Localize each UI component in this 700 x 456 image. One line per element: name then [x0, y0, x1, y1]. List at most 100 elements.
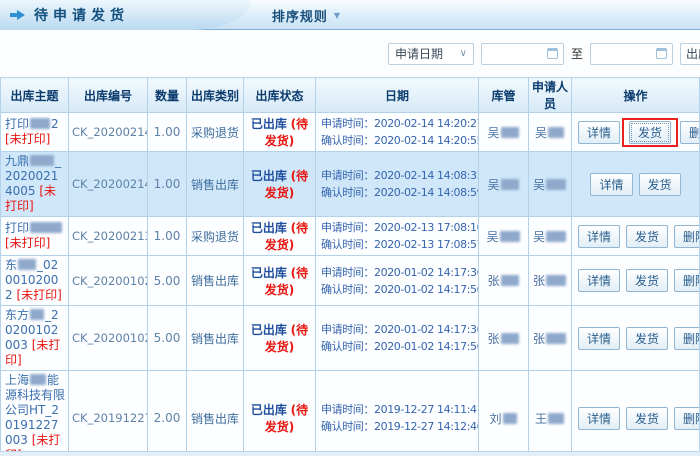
subject-text: 打印	[5, 117, 29, 131]
page-title: 待申请发货	[34, 5, 129, 25]
category-cell: 销售出库	[187, 371, 244, 456]
applicant-cell: 张	[529, 306, 572, 371]
person-name: 王	[535, 412, 547, 426]
ship-button[interactable]: 发货	[626, 225, 668, 248]
manager-cell: 吴	[479, 217, 529, 256]
apply-time-line: 申请时间：2020-01-02 14:17:36	[321, 321, 475, 338]
status-cell: 已出库 (待发货)	[244, 256, 316, 306]
quantity-cell: 2.00	[148, 371, 187, 456]
date-type-value: 申请日期	[395, 45, 443, 62]
delete-button[interactable]: 删除	[674, 269, 699, 292]
redacted-text	[548, 413, 564, 424]
ship-button[interactable]: 发货	[629, 121, 671, 144]
redacted-text	[30, 374, 46, 385]
status-done: 已出库	[251, 266, 287, 280]
category-cell: 销售出库	[187, 306, 244, 371]
delete-button[interactable]: 删除	[680, 121, 699, 144]
actions-cell: 详情发货删除	[572, 371, 700, 456]
truncated-filter-label: 出库状	[686, 45, 700, 62]
subject-text: 2	[51, 117, 59, 131]
subject-cell[interactable]: 东方_20200102003 [未打印]	[1, 306, 69, 371]
table-row: 东_0200102002 [未打印] CK_20200102003 5.00 销…	[1, 256, 700, 306]
detail-button[interactable]: 详情	[578, 327, 620, 350]
to-label: 至	[571, 45, 583, 62]
delete-button[interactable]: 删除	[674, 407, 699, 430]
apply-time-line: 申请时间：2020-01-02 14:17:36	[321, 264, 475, 281]
date-type-select[interactable]: 申请日期 ∨	[388, 43, 474, 65]
table-body: 打印2 [未打印] CK_20200214005 1.00 采购退货 已出库 (…	[1, 113, 700, 456]
date-to-input[interactable]	[596, 45, 656, 63]
category-cell: 销售出库	[187, 152, 244, 217]
confirm-time-line: 确认时间：2019-12-27 14:12:46	[321, 418, 475, 435]
detail-button[interactable]: 详情	[578, 269, 620, 292]
redacted-text	[501, 275, 519, 286]
delete-button[interactable]: 删除	[674, 327, 699, 350]
detail-button[interactable]: 详情	[578, 407, 620, 430]
person-name: 吴	[533, 230, 545, 244]
calendar-icon[interactable]	[656, 48, 667, 59]
manager-cell: 吴	[479, 152, 529, 217]
applicant-cell: 王	[529, 371, 572, 456]
status-done: 已出库	[251, 221, 287, 235]
table-row: 东方_20200102003 [未打印] CK_20200102004 5.00…	[1, 306, 700, 371]
redacted-text	[503, 413, 517, 424]
subject-text: 九鼎	[5, 154, 29, 168]
subject-text: 打印	[5, 221, 29, 235]
code-cell: CK_20200214004	[69, 152, 148, 217]
redacted-text	[30, 222, 62, 233]
code-cell: CK_20200102003	[69, 256, 148, 306]
status-done: 已出库	[251, 323, 287, 337]
subject-cell[interactable]: 打印 [未打印]	[1, 217, 69, 256]
not-printed-flag: [未打印]	[13, 288, 62, 302]
table-row: 打印 [未打印] CK_20200213002 1.00 采购退货 已出库 (待…	[1, 217, 700, 256]
subject-cell[interactable]: 上海能源科技有限公司HT_20191227003 [未打印]	[1, 371, 69, 456]
detail-button[interactable]: 详情	[578, 225, 620, 248]
date-from-input[interactable]	[487, 45, 547, 63]
person-name: 吴	[487, 126, 499, 140]
table-header-row: 出库主题 出库编号 数量 出库类别 出库状态 日期 库管 申请人员 操作	[1, 78, 700, 113]
ship-button[interactable]: 发货	[626, 327, 668, 350]
ship-button[interactable]: 发货	[626, 407, 668, 430]
subject-cell[interactable]: 九鼎_20200214005 [未打印]	[1, 152, 69, 217]
manager-cell: 张	[479, 256, 529, 306]
actions-cell: 详情发货删除	[572, 306, 700, 371]
status-cell: 已出库 (待发货)	[244, 152, 316, 217]
subject-text: 东方	[5, 308, 29, 322]
status-cell: 已出库 (待发货)	[244, 306, 316, 371]
highlight-annotation-box: 发货	[622, 118, 678, 147]
person-name: 吴	[533, 178, 545, 192]
code-cell: CK_20200214005	[69, 113, 148, 152]
status-done: 已出库	[251, 403, 287, 417]
redacted-text	[546, 275, 566, 286]
status-done: 已出库	[251, 117, 287, 131]
col-qty: 数量	[148, 78, 187, 113]
person-name: 刘	[489, 412, 501, 426]
code-cell: CK_20200102004	[69, 306, 148, 371]
detail-button[interactable]: 详情	[590, 173, 632, 196]
subject-cell[interactable]: 打印 2 [未打印]	[1, 113, 69, 152]
calendar-icon[interactable]	[547, 48, 558, 59]
subject-cell[interactable]: 东_0200102002 [未打印]	[1, 256, 69, 306]
detail-button[interactable]: 详情	[578, 121, 620, 144]
sort-rules-menu[interactable]: 排序规则 ▼	[238, 0, 374, 30]
manager-cell: 刘	[479, 371, 529, 456]
applicant-cell: 吴	[529, 152, 572, 217]
ship-button[interactable]: 发货	[639, 173, 681, 196]
status-cell: 已出库 (待发货)	[244, 113, 316, 152]
person-name: 吴	[486, 230, 498, 244]
truncated-filter-select[interactable]: 出库状	[680, 43, 700, 65]
title-bar: 待申请发货 排序规则 ▼	[0, 0, 700, 30]
redacted-text	[501, 333, 519, 344]
col-code: 出库编号	[69, 78, 148, 113]
date-to-box	[590, 43, 673, 65]
actions-cell: 详情发货删除	[572, 256, 700, 306]
col-manager: 库管	[479, 78, 529, 113]
not-printed-flag: [未打印]	[5, 132, 50, 146]
table-row: 上海能源科技有限公司HT_20191227003 [未打印] CK_201912…	[1, 371, 700, 456]
redacted-text	[500, 231, 520, 242]
ship-button[interactable]: 发货	[626, 269, 668, 292]
delete-button[interactable]: 删除	[674, 225, 699, 248]
status-cell: 已出库 (待发货)	[244, 217, 316, 256]
apply-time-line: 申请时间：2020-02-14 14:20:27	[321, 115, 475, 132]
redacted-text	[30, 155, 54, 166]
